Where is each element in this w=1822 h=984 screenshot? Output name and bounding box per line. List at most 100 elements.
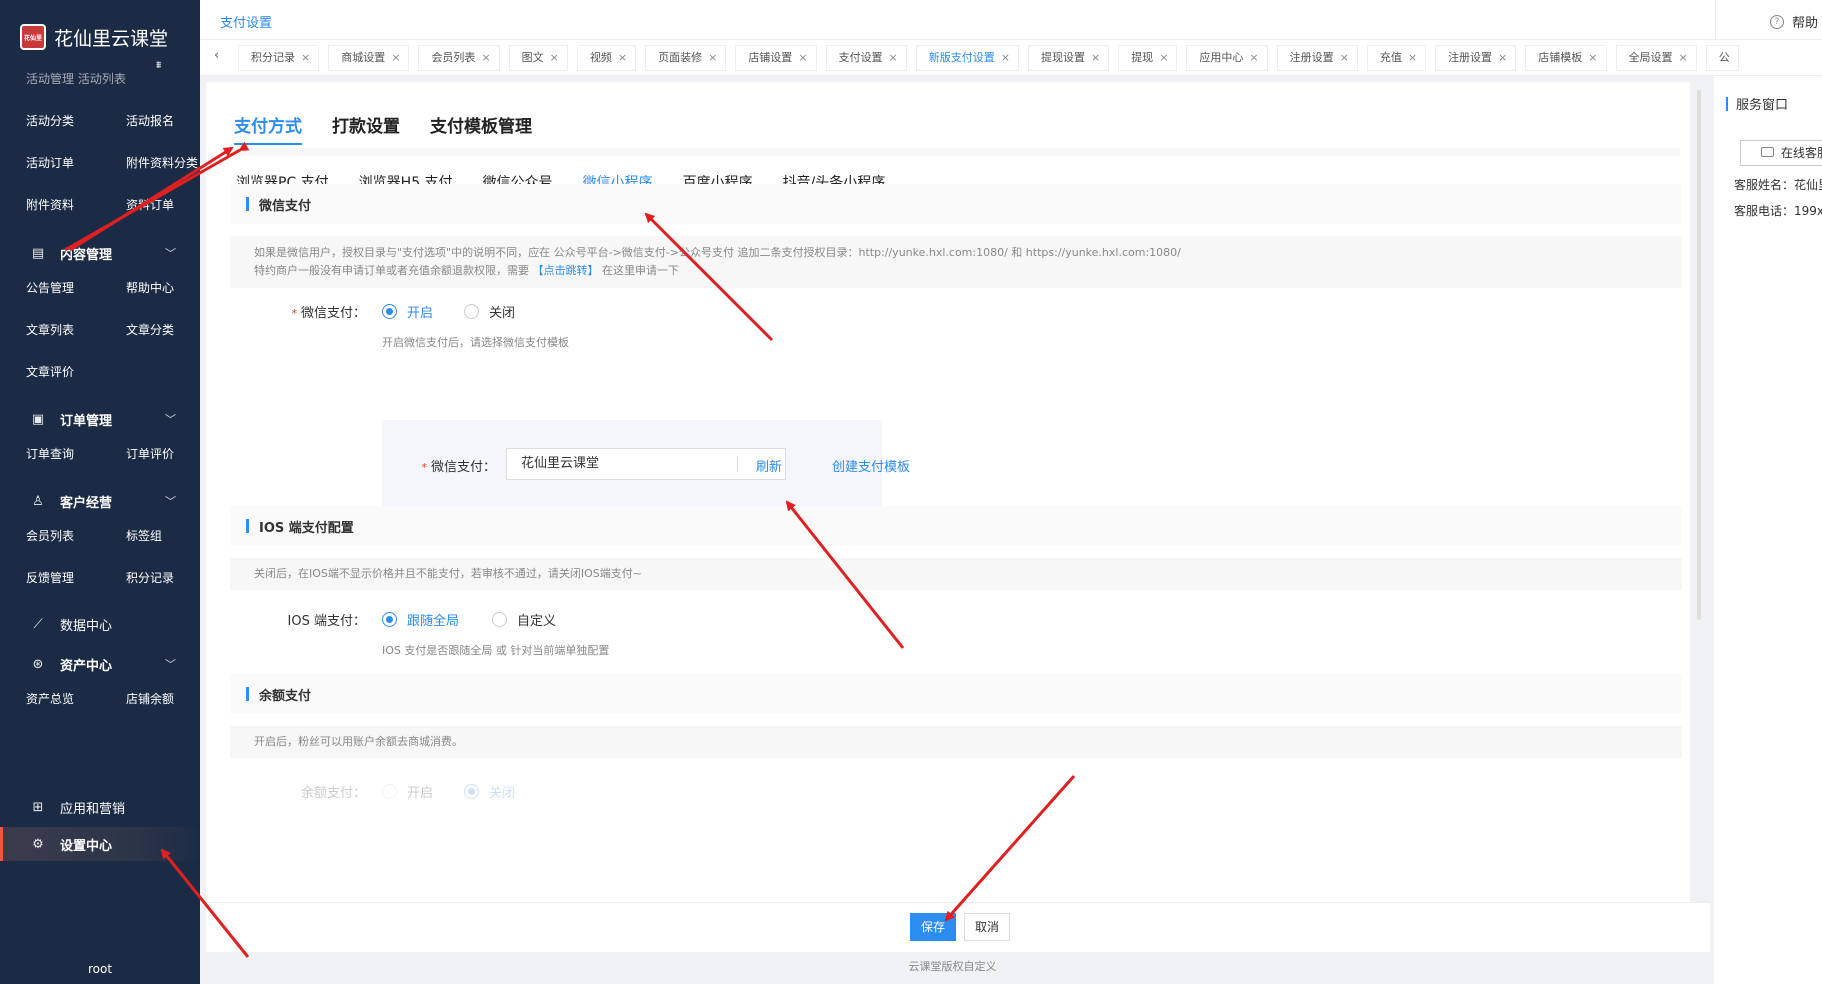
current-user[interactable]: root <box>0 962 200 976</box>
open-tab[interactable]: 新版支付设置 × <box>915 45 1019 71</box>
sidebar-item[interactable]: 订单评价 <box>100 445 200 462</box>
open-tab[interactable]: 视频 × <box>576 45 637 71</box>
close-icon[interactable]: × <box>1408 45 1417 71</box>
section-wechat-pay: 微信支付 <box>230 184 1682 224</box>
sidebar-item[interactable]: 标签组 <box>100 527 200 544</box>
close-icon[interactable]: × <box>301 45 310 71</box>
open-tab[interactable]: 提现 × <box>1118 45 1178 71</box>
sidebar-group-apps[interactable]: ⊞ 应用和营销 <box>0 790 200 824</box>
open-tab[interactable]: 店铺模板 × <box>1525 45 1607 71</box>
close-icon[interactable]: × <box>550 45 559 71</box>
open-tab[interactable]: 支付设置 × <box>825 45 907 71</box>
save-button[interactable]: 保存 <box>910 913 957 941</box>
sidebar-item[interactable]: 活动报名 <box>100 112 200 129</box>
close-icon[interactable]: × <box>1679 45 1688 71</box>
close-icon[interactable]: × <box>1340 45 1349 71</box>
sidebar-item[interactable]: 店铺余额 <box>100 690 200 707</box>
help-label: 帮助 <box>1792 16 1819 31</box>
open-tab[interactable]: 积分记录 × <box>238 45 320 71</box>
sidebar-group-assets[interactable]: ⊛ 资产中心 ﹀ <box>0 647 200 681</box>
close-icon[interactable]: × <box>481 45 490 71</box>
tab-payment-methods[interactable]: 支付方式 <box>234 112 302 145</box>
close-icon[interactable]: × <box>1159 45 1168 71</box>
wechat-pay-on-radio[interactable]: 开启 <box>382 302 433 321</box>
sidebar-item[interactable]: 订单查询 <box>0 445 100 462</box>
open-tab[interactable]: 店铺设置 × <box>735 45 817 71</box>
tab-payment-templates[interactable]: 支付模板管理 <box>430 112 532 145</box>
sidebar-row: 活动订单 附件资料分类 <box>0 154 200 171</box>
sidebar-group-settings[interactable]: ⚙ 设置中心 <box>0 827 200 861</box>
section-balance-pay: 余额支付 <box>230 674 1682 714</box>
ios-notice: 关闭后，在IOS端不显示价格并且不能支付，若审核不通过，请关闭IOS端支付~ <box>230 558 1682 590</box>
sidebar-group-data[interactable]: ⟋ 数据中心 <box>0 607 200 641</box>
open-tab[interactable]: 页面装修 × <box>645 45 727 71</box>
sidebar-item[interactable]: 公告管理 <box>0 279 100 296</box>
sidebar-item[interactable]: 附件资料分类 <box>100 154 200 171</box>
sidebar-item[interactable]: 文章分类 <box>100 321 200 338</box>
sidebar-item[interactable]: 资料订单 <box>100 196 200 213</box>
radio-dot <box>464 304 479 319</box>
wechat-pay-off-radio[interactable]: 关闭 <box>464 302 515 321</box>
open-tab[interactable]: 注册设置 × <box>1435 45 1517 71</box>
notice-jump-link[interactable]: 【点击跳转】 <box>533 264 599 277</box>
close-icon[interactable]: × <box>618 45 627 71</box>
sidebar-item[interactable]: 积分记录 <box>100 569 200 586</box>
open-tab[interactable]: 图文 × <box>508 45 568 71</box>
notice-line: 如果是微信用户，授权目录与"支付选项"中的说明不同，应在 公众号平台->微信支付… <box>254 246 1181 259</box>
close-icon[interactable]: × <box>1091 45 1100 71</box>
chevron-left-icon[interactable]: ‹ <box>214 48 219 63</box>
scrollbar[interactable] <box>1697 90 1701 620</box>
open-tab[interactable]: 应用中心 × <box>1186 45 1268 71</box>
cancel-button[interactable]: 取消 <box>964 913 1011 941</box>
sidebar-row: 资产总览 店铺余额 <box>0 690 200 707</box>
sidebar-group-label: 资产中心 <box>60 658 113 674</box>
close-icon[interactable]: × <box>1001 45 1010 71</box>
sidebar-item[interactable]: 资产总览 <box>0 690 100 707</box>
sidebar-item[interactable]: 附件资料 <box>0 196 100 213</box>
help-button[interactable]: ? 帮助 <box>1770 12 1818 31</box>
ios-pay-hint: IOS 支付是否跟随全局 或 针对当前端单独配置 <box>382 644 610 657</box>
open-tab-label: 页面装修 <box>658 51 703 64</box>
refresh-button[interactable]: 刷新 <box>756 456 782 475</box>
close-icon[interactable]: × <box>391 45 400 71</box>
open-tab[interactable]: 商城设置 × <box>328 45 410 71</box>
sidebar-item[interactable]: 活动分类 <box>0 112 100 129</box>
wechat-template-select[interactable]: 花仙里云课堂 <box>506 448 786 480</box>
online-service-button[interactable]: 在线客服 <box>1740 140 1822 166</box>
close-icon[interactable]: × <box>1249 45 1258 71</box>
open-tab[interactable]: 注册设置 × <box>1276 45 1358 71</box>
create-template-link[interactable]: 创建支付模板 <box>832 456 910 475</box>
brand[interactable]: 花仙里 花仙里云课堂 <box>0 0 200 74</box>
ios-custom-radio[interactable]: 自定义 <box>492 610 556 629</box>
sidebar-item[interactable]: 帮助中心 <box>100 279 200 296</box>
open-tab[interactable]: 公 <box>1705 45 1739 71</box>
close-icon[interactable]: × <box>889 45 898 71</box>
open-tab[interactable]: 充值 × <box>1366 45 1427 71</box>
close-icon[interactable]: × <box>708 45 717 71</box>
open-tab[interactable]: 全局设置 × <box>1615 45 1697 71</box>
sidebar-item[interactable]: 反馈管理 <box>0 569 100 586</box>
ios-follow-global-radio[interactable]: 跟随全局 <box>382 610 459 629</box>
sidebar-item[interactable]: 活动订单 <box>0 154 100 171</box>
open-tab[interactable]: 会员列表 × <box>418 45 500 71</box>
sidebar-group-order[interactable]: ▣ 订单管理 ﹀ <box>0 402 200 436</box>
sidebar-item[interactable]: 文章列表 <box>0 321 100 338</box>
close-icon[interactable]: × <box>798 45 807 71</box>
tab-payout-settings[interactable]: 打款设置 <box>332 112 400 145</box>
notice-text: 在这里申请一下 <box>602 264 679 277</box>
service-name: 客服姓名：花仙里 <box>1734 178 1822 192</box>
balance-pay-off-radio[interactable]: 关闭 <box>464 782 515 801</box>
sidebar-item[interactable]: 会员列表 <box>0 527 100 544</box>
wechat-notice: 如果是微信用户，授权目录与"支付选项"中的说明不同，应在 公众号平台->微信支付… <box>230 236 1682 288</box>
tab-bar: ‹ 积分记录 × 商城设置 × 会员列表 × 图文 × 视频 × 页面装修 × 店铺设置 × 支付设置 × 新版… <box>200 40 1822 76</box>
chevron-down-icon: ﹀ <box>165 247 176 260</box>
close-icon[interactable]: × <box>1498 45 1507 71</box>
sidebar-group-content[interactable]: ▤ 内容管理 ﹀ <box>0 236 200 270</box>
balance-pay-on-radio[interactable]: 开启 <box>382 782 433 801</box>
open-tab[interactable]: 提现设置 × <box>1027 45 1110 71</box>
sidebar-item-cut[interactable]: 活动管理 活动列表 <box>26 70 126 84</box>
breadcrumb[interactable]: 支付设置 <box>220 12 272 31</box>
sidebar-group-customer[interactable]: ♙ 客户经营 ﹀ <box>0 484 200 518</box>
sidebar-item[interactable]: 文章评价 <box>0 363 100 380</box>
close-icon[interactable]: × <box>1588 45 1597 71</box>
